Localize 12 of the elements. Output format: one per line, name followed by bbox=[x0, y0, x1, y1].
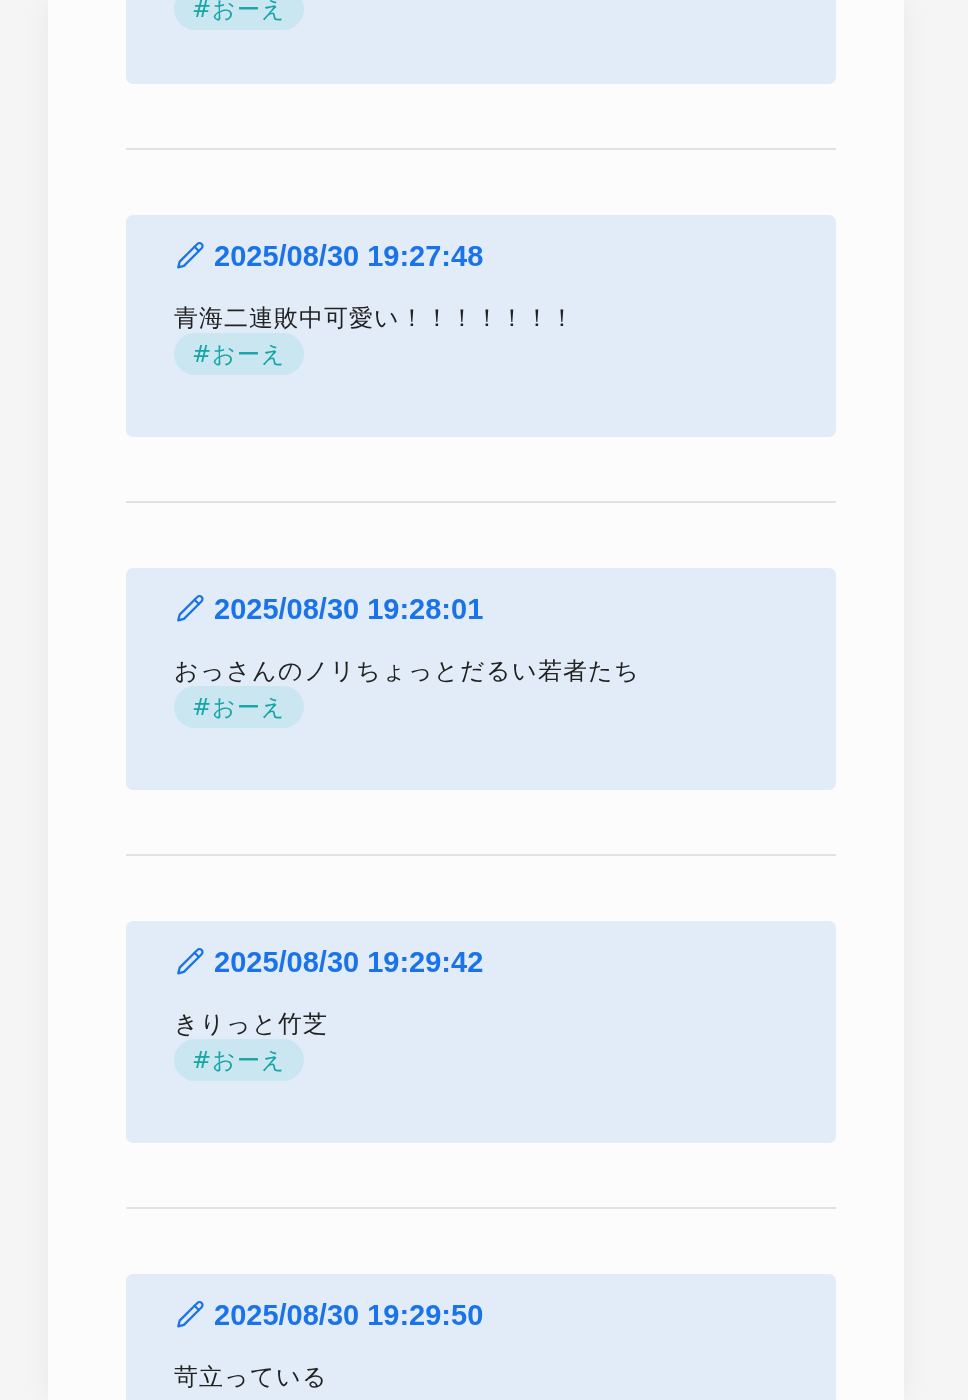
post-text: きりっと竹芝 bbox=[174, 1009, 329, 1039]
hashtag-chip[interactable]: #おーえ bbox=[174, 0, 305, 30]
hashtag-chip[interactable]: #おーえ bbox=[174, 333, 305, 375]
post-text: 青海二連敗中可愛い！！！！！！！ bbox=[174, 303, 576, 333]
post-timestamp: 2025/08/30 19:28:01 bbox=[214, 592, 484, 626]
post-timestamp: 2025/08/30 19:27:48 bbox=[214, 239, 484, 273]
post-text: 苛立っている bbox=[174, 1362, 329, 1392]
post-timestamp: 2025/08/30 19:29:42 bbox=[214, 945, 484, 979]
hashtag-chip[interactable]: #おーえ bbox=[174, 686, 305, 728]
post-text: おっさんのノリちょっとだるい若者たち bbox=[174, 656, 641, 686]
post-timestamp: 2025/08/30 19:29:50 bbox=[214, 1298, 484, 1332]
hashtag-chip[interactable]: #おーえ bbox=[174, 1039, 305, 1081]
